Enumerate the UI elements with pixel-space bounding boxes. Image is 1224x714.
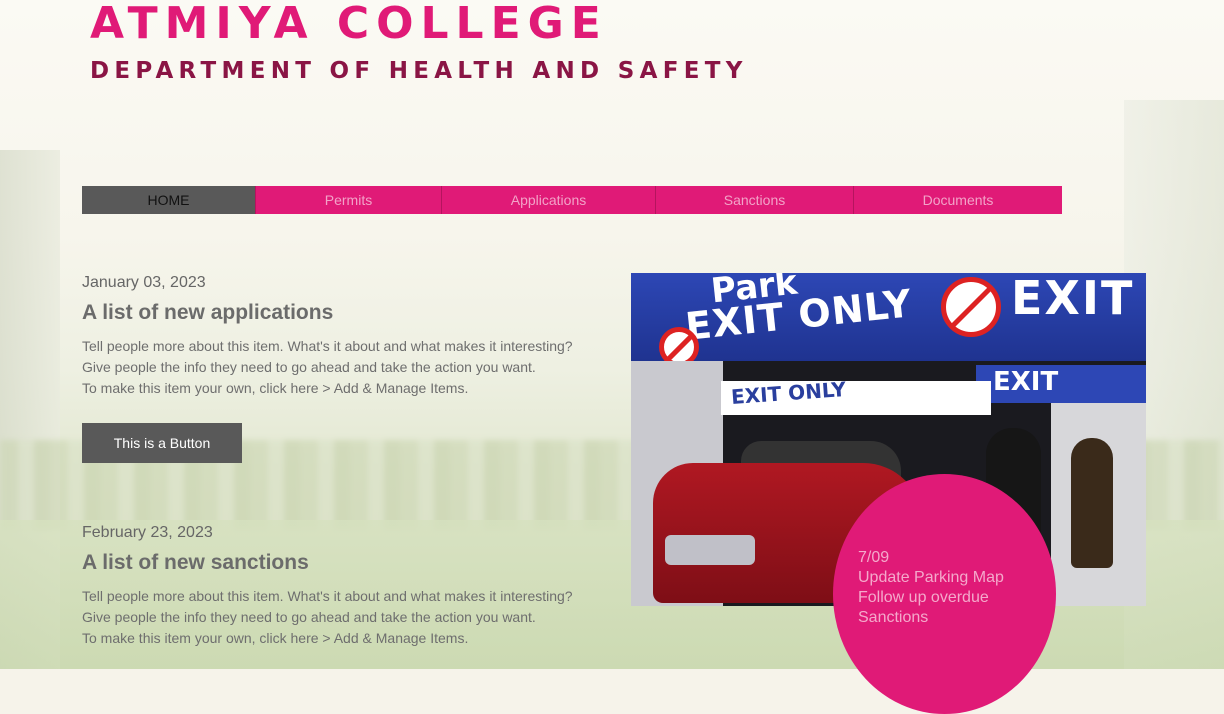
post-description-line: To make this item your own, click here >…: [82, 630, 469, 646]
post-title[interactable]: A list of new applications: [82, 300, 622, 326]
no-entry-icon: [941, 277, 1001, 337]
sign-exit-right: EXIT: [993, 367, 1059, 397]
post-description-line: Give people the info they need to go ahe…: [82, 609, 536, 625]
post-description-line: Give people the info they need to go ahe…: [82, 359, 536, 375]
main-nav: HOME Permits Applications Sanctions Docu…: [82, 186, 1062, 214]
nav-applications[interactable]: Applications: [441, 186, 655, 214]
notice-line: Sanctions: [858, 609, 929, 626]
post-sanctions: February 23, 2023 A list of new sanction…: [82, 524, 622, 649]
notice-date: 7/09: [858, 549, 890, 566]
primary-button[interactable]: This is a Button: [82, 423, 242, 463]
person: [1071, 438, 1113, 568]
site-title: ATMIYA COLLEGE: [90, 0, 608, 49]
notice-line: Update Parking Map: [858, 569, 1004, 586]
post-description-line: To make this item your own, click here >…: [82, 380, 469, 396]
post-applications: January 03, 2023 A list of new applicati…: [82, 274, 622, 399]
nav-home[interactable]: HOME: [82, 186, 255, 214]
post-title[interactable]: A list of new sanctions: [82, 550, 622, 576]
post-description: Tell people more about this item. What's…: [82, 586, 622, 649]
nav-sanctions[interactable]: Sanctions: [655, 186, 853, 214]
site-subtitle: DEPARTMENT OF HEALTH AND SAFETY: [90, 58, 748, 84]
post-description-line: Tell people more about this item. What's…: [82, 588, 573, 604]
post-description: Tell people more about this item. What's…: [82, 336, 622, 399]
post-description-line: Tell people more about this item. What's…: [82, 338, 573, 354]
sign-exit: EXIT: [1011, 273, 1135, 325]
post-date: January 03, 2023: [82, 274, 206, 291]
notice-line: Follow up overdue: [858, 589, 989, 606]
nav-permits[interactable]: Permits: [255, 186, 441, 214]
nav-documents[interactable]: Documents: [853, 186, 1062, 214]
notice-text: 7/09 Update Parking Map Follow up overdu…: [858, 548, 1038, 628]
post-date: February 23, 2023: [82, 524, 213, 541]
